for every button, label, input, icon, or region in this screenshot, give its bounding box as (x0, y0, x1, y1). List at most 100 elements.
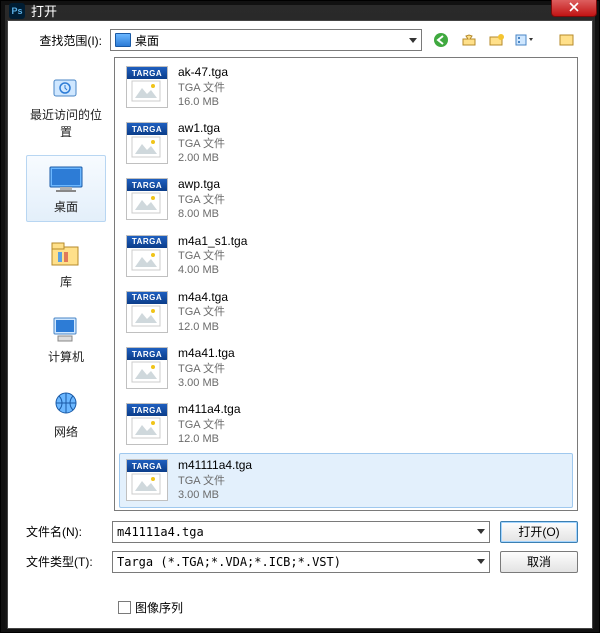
image-icon (131, 417, 161, 442)
thumb-badge: TARGA (127, 236, 167, 248)
file-name: m41111a4.tga (178, 458, 252, 474)
filename-label: 文件名(N): (22, 523, 102, 540)
file-item[interactable]: TARGA aw1.tgaTGA 文件2.00 MB (119, 116, 573, 170)
file-size: 16.0 MB (178, 95, 228, 109)
up-button[interactable] (458, 29, 480, 51)
file-name: ak-47.tga (178, 65, 228, 81)
file-type: TGA 文件 (178, 81, 228, 95)
file-type: TGA 文件 (178, 193, 225, 207)
thumb-badge: TARGA (127, 179, 167, 191)
file-type: TGA 文件 (178, 137, 225, 151)
tga-thumbnail: TARGA (126, 459, 168, 501)
up-icon (461, 32, 477, 48)
file-list[interactable]: TARGAak-47.tgaTGA 文件16.0 MBTARGAaw1.tgaT… (114, 57, 578, 511)
desktop-icon (46, 162, 86, 196)
thumb-badge: TARGA (127, 67, 167, 79)
tga-thumbnail: TARGA (126, 403, 168, 445)
titlebar[interactable]: Ps 打开 (1, 1, 599, 20)
file-item[interactable]: TARGA ak-47.tgaTGA 文件16.0 MB (119, 60, 573, 114)
thumb-badge: TARGA (127, 460, 167, 472)
file-type: TGA 文件 (178, 418, 241, 432)
image-icon (131, 192, 161, 217)
lookin-combo[interactable]: 桌面 (110, 29, 422, 51)
file-info: m411a4.tgaTGA 文件12.0 MB (178, 402, 241, 446)
image-icon (131, 136, 161, 161)
file-name: m4a41.tga (178, 346, 235, 362)
place-label: 库 (60, 273, 72, 290)
image-icon (131, 473, 161, 498)
window-title: 打开 (31, 1, 551, 20)
file-name: m4a4.tga (178, 290, 228, 306)
file-info: awp.tgaTGA 文件8.00 MB (178, 177, 225, 221)
place-libraries[interactable]: 库 (26, 230, 106, 297)
lookin-row: 查找范围(I): 桌面 (22, 29, 578, 51)
recent-icon (46, 70, 86, 104)
file-name: m411a4.tga (178, 402, 241, 418)
sequence-row: 图像序列 (118, 599, 578, 616)
thumb-badge: TARGA (127, 292, 167, 304)
sequence-checkbox[interactable] (118, 601, 131, 614)
views-icon (515, 32, 535, 48)
filename-value: m41111a4.tga (117, 525, 204, 539)
image-icon (131, 80, 161, 105)
file-name: aw1.tga (178, 121, 225, 137)
network-icon (46, 387, 86, 421)
nav-toolbar (430, 29, 578, 51)
app-icon: Ps (9, 3, 25, 19)
image-icon (131, 361, 161, 386)
middle-area: 最近访问的位置桌面库计算机网络 TARGAak-47.tgaTGA 文件16.0… (22, 57, 578, 511)
views-button[interactable] (514, 29, 536, 51)
chevron-down-icon (409, 38, 417, 43)
file-name: awp.tga (178, 177, 225, 193)
dialog-body: 查找范围(I): 桌面 最近访问的位置桌面库计算机网络 TARGAak-47.t… (7, 20, 593, 629)
tga-thumbnail: TARGA (126, 291, 168, 333)
back-icon (433, 32, 449, 48)
preview-icon (559, 32, 575, 48)
filename-combo[interactable]: m41111a4.tga (112, 521, 490, 543)
bottom-area: 文件名(N): m41111a4.tga 打开(O) 文件类型(T): Targ… (22, 521, 578, 616)
file-item[interactable]: TARGA m41111a4.tgaTGA 文件3.00 MB (119, 453, 573, 507)
file-item[interactable]: TARGA m411a4.tgaTGA 文件12.0 MB (119, 397, 573, 451)
preview-button[interactable] (556, 29, 578, 51)
thumb-badge: TARGA (127, 404, 167, 416)
open-button[interactable]: 打开(O) (500, 521, 578, 543)
close-icon (569, 2, 579, 12)
file-item[interactable]: TARGA awp.tgaTGA 文件8.00 MB (119, 172, 573, 226)
image-icon (131, 305, 161, 330)
place-label: 桌面 (54, 198, 78, 215)
place-recent[interactable]: 最近访问的位置 (26, 63, 106, 147)
file-size: 12.0 MB (178, 432, 241, 446)
file-size: 4.00 MB (178, 263, 247, 277)
place-desktop[interactable]: 桌面 (26, 155, 106, 222)
libraries-icon (46, 237, 86, 271)
sequence-label: 图像序列 (135, 599, 183, 616)
cancel-button[interactable]: 取消 (500, 551, 578, 573)
filetype-label: 文件类型(T): (22, 553, 102, 570)
tga-thumbnail: TARGA (126, 235, 168, 277)
file-info: m41111a4.tgaTGA 文件3.00 MB (178, 458, 252, 502)
file-item[interactable]: TARGAm4a41.tgaTGA 文件3.00 MB (119, 341, 573, 395)
place-label: 最近访问的位置 (29, 106, 103, 140)
file-info: m4a4.tgaTGA 文件12.0 MB (178, 290, 228, 334)
file-size: 3.00 MB (178, 376, 235, 390)
close-button[interactable] (551, 0, 597, 17)
filetype-combo[interactable]: Targa (*.TGA;*.VDA;*.ICB;*.VST) (112, 551, 490, 573)
desktop-icon (115, 33, 131, 47)
image-icon (131, 249, 161, 274)
file-info: aw1.tgaTGA 文件2.00 MB (178, 121, 225, 165)
tga-thumbnail: TARGA (126, 347, 168, 389)
lookin-label: 查找范围(I): (22, 32, 102, 49)
places-bar: 最近访问的位置桌面库计算机网络 (22, 57, 110, 511)
file-name: m4a1_s1.tga (178, 234, 247, 250)
file-item[interactable]: TARGA m4a4.tgaTGA 文件12.0 MB (119, 285, 573, 339)
file-item[interactable]: TARGA m4a1_s1.tgaTGA 文件4.00 MB (119, 229, 573, 283)
file-info: m4a41.tgaTGA 文件3.00 MB (178, 346, 235, 390)
file-type: TGA 文件 (178, 305, 228, 319)
back-button[interactable] (430, 29, 452, 51)
thumb-badge: TARGA (127, 123, 167, 135)
place-computer[interactable]: 计算机 (26, 305, 106, 372)
new-folder-button[interactable] (486, 29, 508, 51)
file-info: m4a1_s1.tgaTGA 文件4.00 MB (178, 234, 247, 278)
place-network[interactable]: 网络 (26, 380, 106, 447)
chevron-down-icon (477, 559, 485, 564)
